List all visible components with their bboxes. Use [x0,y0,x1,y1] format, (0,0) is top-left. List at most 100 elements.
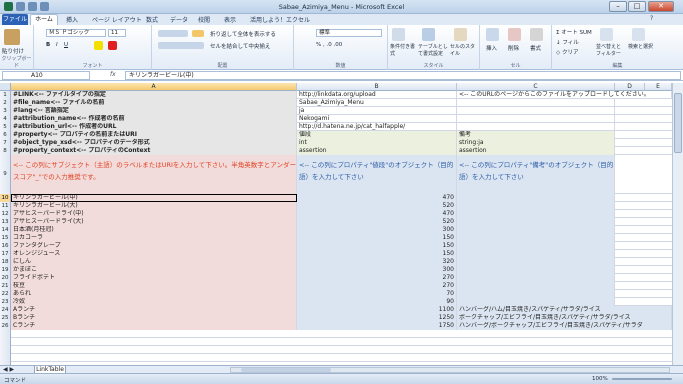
scrollbar-thumb[interactable] [674,93,682,153]
cell[interactable]: 320 [297,258,457,266]
paste-button[interactable]: 貼り付け [2,47,24,55]
row-header[interactable]: 20 [0,274,11,282]
row-header[interactable]: 3 [0,107,11,115]
cell[interactable]: #object_type_xsd<-- プロパティのデータ形式 [11,139,297,147]
tab-view[interactable]: 表示 [224,15,236,24]
cell-style-icon[interactable] [454,28,467,41]
cell[interactable]: アサヒスーパードライ(大) [11,218,297,226]
cell[interactable]: あられ [11,290,297,298]
font-name-select[interactable]: ＭＳ Ｐゴシック [46,29,106,37]
cell[interactable] [457,298,615,306]
cell[interactable]: 備考 [457,131,615,139]
cell[interactable] [457,282,615,290]
cell[interactable]: 520 [297,218,457,226]
delete-cells-icon[interactable] [508,28,521,41]
delete-cells-button[interactable]: 削除 [508,44,519,52]
cell[interactable]: 1750 [297,322,457,330]
row-header[interactable]: 23 [0,298,11,306]
row-header[interactable]: 12 [0,210,11,218]
name-box[interactable]: A10 [2,71,90,80]
cell[interactable]: assertion [457,147,615,155]
cell[interactable] [457,210,615,218]
align-middle-icon[interactable] [192,30,204,37]
cell[interactable] [457,218,615,226]
cell[interactable]: 520 [297,202,457,210]
cell[interactable]: 300 [297,226,457,234]
cell[interactable] [457,202,615,210]
tab-page-layout[interactable]: ページ レイアウト [92,15,142,24]
cell[interactable] [457,234,615,242]
tab-addins[interactable]: 活用しよう！エクセル [250,15,310,24]
instruction-cell[interactable]: <-- この列にサブジェクト（主語）のラベルまたはURIを入力して下さい。半角英… [11,155,297,194]
cell[interactable]: Bランチ [11,314,297,322]
cell[interactable]: 150 [297,234,457,242]
cell[interactable]: #lang<-- 言語指定 [11,107,297,115]
column-header-c[interactable]: C [457,83,615,91]
row-header[interactable]: 15 [0,234,11,242]
cell[interactable] [457,226,615,234]
format-cells-icon[interactable] [530,28,543,41]
cell[interactable]: ja [297,107,457,115]
align-left-icon[interactable] [158,42,204,49]
cell[interactable]: 1100 [297,306,457,314]
cell[interactable]: #property<-- プロパティの名前またはURI [11,131,297,139]
row-header[interactable]: 8 [0,147,11,155]
zoom-slider[interactable] [612,378,672,380]
table-format-icon[interactable] [422,28,435,41]
sort-filter-button[interactable]: 並べ替えとフィルター [596,43,624,57]
row-header[interactable]: 10 [0,194,11,202]
cell[interactable]: assertion [297,147,457,155]
row-header[interactable]: 1 [0,91,11,99]
cell[interactable] [457,266,615,274]
font-color-icon[interactable] [108,41,117,50]
row-header[interactable]: 24 [0,306,11,314]
cell[interactable] [457,242,615,250]
cell[interactable]: 150 [297,250,457,258]
currency-icon[interactable]: % , .0 .00 [316,42,342,48]
cell[interactable]: ポークチャップ/エビフライ/目玉焼き/スパゲティ/サラダ/ライス [457,314,672,322]
cell[interactable]: キリンラガービール(大) [11,202,297,210]
cell[interactable]: 1250 [297,314,457,322]
scrollbar-thumb[interactable] [241,368,331,372]
cell[interactable]: Nekogami [297,115,457,123]
bold-button[interactable]: B [46,42,50,48]
cell[interactable] [457,258,615,266]
minimize-button[interactable]: – [609,1,627,12]
wrap-text-button[interactable]: 折り返して全体を表示する [210,30,276,38]
cell[interactable]: Aランチ [11,306,297,314]
insert-cells-icon[interactable] [486,28,499,41]
cell[interactable]: #attribution_url<-- 作成者のURL [11,123,297,131]
conditional-format-icon[interactable] [392,28,405,41]
row-header[interactable]: 25 [0,314,11,322]
cell[interactable] [457,290,615,298]
tab-data[interactable]: データ [170,15,188,24]
fill-color-icon[interactable] [94,41,103,50]
row-header[interactable]: 17 [0,250,11,258]
zoom-level[interactable]: 100% [592,376,608,382]
paste-icon[interactable] [4,29,20,45]
cell[interactable] [457,115,615,123]
formula-input[interactable]: キリンラガービール(中) [125,71,681,80]
select-all-button[interactable] [0,83,11,91]
format-as-table-button[interactable]: テーブルとして書式設定 [418,43,448,57]
cell[interactable]: Sabae_Azimiya_Menu [297,99,457,107]
row-header[interactable]: 7 [0,139,11,147]
tab-review[interactable]: 校閲 [198,15,210,24]
cell[interactable] [457,274,615,282]
fill-button[interactable]: ↓ フィル [556,38,579,46]
cell[interactable]: 70 [297,290,457,298]
cell[interactable]: string:ja [457,139,615,147]
number-format-select[interactable]: 標準 [316,29,382,37]
cell[interactable]: コカコーラ [11,234,297,242]
row-header[interactable]: 19 [0,266,11,274]
cell[interactable]: #attribution_name<-- 作成者の名前 [11,115,297,123]
tab-file[interactable]: ファイル [2,14,28,25]
row-header[interactable]: 5 [0,123,11,131]
cell[interactable] [457,107,615,115]
cell[interactable]: キリンラガービール(中) [11,194,297,202]
find-select-button[interactable]: 検索と選択 [628,43,656,50]
format-cells-button[interactable]: 書式 [530,44,541,52]
row-header[interactable]: 16 [0,242,11,250]
cell[interactable]: 470 [297,210,457,218]
cell[interactable]: #LINK<-- ファイルタイプの指定 [11,91,297,99]
